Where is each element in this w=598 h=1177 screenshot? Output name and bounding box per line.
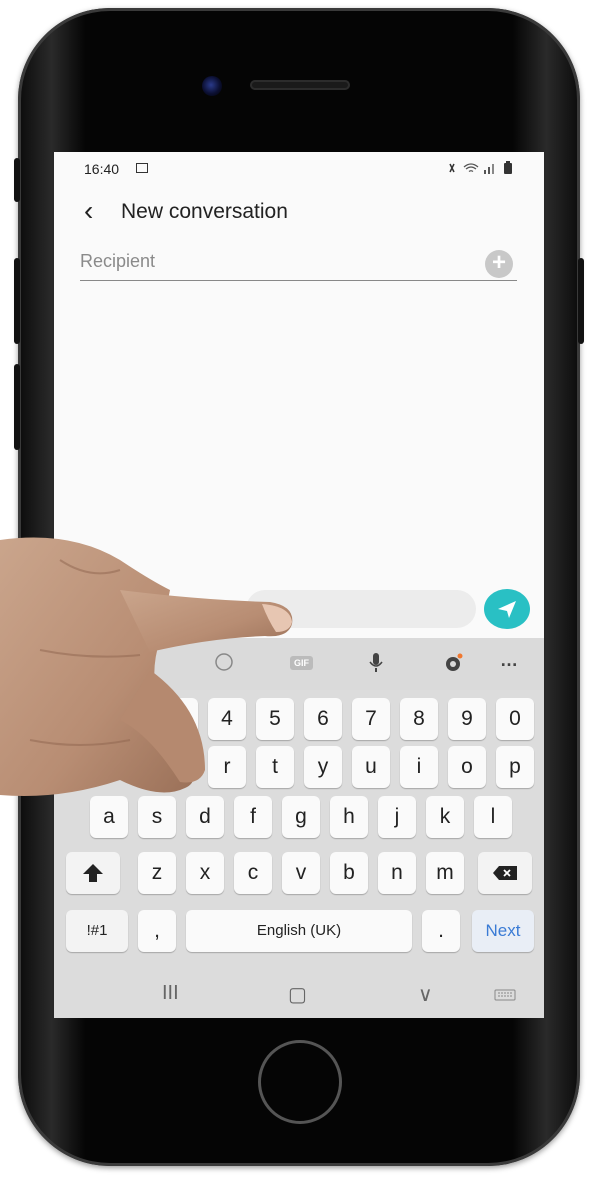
home-button[interactable] (258, 1040, 342, 1124)
key-7[interactable]: 7 (352, 698, 390, 740)
volume-down-button (14, 364, 20, 450)
key-z[interactable]: z (138, 852, 176, 894)
backspace-icon (493, 866, 517, 881)
period-key[interactable]: . (422, 910, 460, 952)
key-p[interactable]: p (496, 746, 534, 788)
key-0[interactable]: 0 (496, 698, 534, 740)
front-camera (202, 76, 222, 96)
comma-key[interactable]: , (138, 910, 176, 952)
shift-key[interactable] (66, 852, 120, 894)
space-key[interactable]: English (UK) (186, 910, 412, 952)
key-9[interactable]: 9 (448, 698, 486, 740)
navigation-bar: III ▢ ∨ (54, 974, 544, 1018)
status-bar: 16:40 (54, 152, 544, 188)
status-time: 16:40 (84, 161, 120, 177)
key-n[interactable]: n (378, 852, 416, 894)
power-button (578, 258, 584, 344)
recents-icon[interactable]: III (162, 982, 179, 1005)
next-key[interactable]: Next (472, 910, 534, 952)
home-icon[interactable]: ▢ (288, 982, 307, 1007)
key-o[interactable]: o (448, 746, 486, 788)
back-chevron-icon[interactable]: ∨ (418, 982, 433, 1007)
key-c[interactable]: c (234, 852, 272, 894)
key-h[interactable]: h (330, 796, 368, 838)
key-x[interactable]: x (186, 852, 224, 894)
key-j[interactable]: j (378, 796, 416, 838)
send-icon (498, 601, 516, 618)
app-header: ‹ New conversation (54, 192, 544, 232)
signal-battery-icon (449, 161, 512, 174)
microphone-icon[interactable] (368, 652, 384, 679)
key-8[interactable]: 8 (400, 698, 438, 740)
symbols-key[interactable]: !#1 (66, 910, 128, 952)
send-button[interactable] (484, 589, 530, 629)
key-m[interactable]: m (426, 852, 464, 894)
volume-up-button (14, 258, 20, 344)
settings-gear-icon[interactable] (442, 652, 464, 679)
key-u[interactable]: u (352, 746, 390, 788)
key-y[interactable]: y (304, 746, 342, 788)
more-options-icon[interactable]: … (500, 650, 518, 671)
status-icons (446, 161, 518, 178)
image-notification-icon (136, 163, 148, 173)
key-l[interactable]: l (474, 796, 512, 838)
key-k[interactable]: k (426, 796, 464, 838)
mute-switch (14, 158, 20, 202)
page-title: New conversation (121, 200, 288, 223)
key-v[interactable]: v (282, 852, 320, 894)
recipient-input[interactable] (80, 248, 470, 274)
recipient-field: + (80, 244, 517, 281)
pointing-hand-image (0, 537, 293, 796)
shift-arrow-icon (83, 864, 103, 883)
keyboard-hide-icon[interactable] (494, 986, 516, 1009)
add-recipient-plus-circle-icon[interactable]: + (485, 250, 513, 278)
key-b[interactable]: b (330, 852, 368, 894)
key-6[interactable]: 6 (304, 698, 342, 740)
backspace-key[interactable] (478, 852, 532, 894)
earpiece-speaker (250, 80, 350, 90)
back-arrow-icon[interactable]: ‹ (84, 194, 93, 228)
key-i[interactable]: i (400, 746, 438, 788)
